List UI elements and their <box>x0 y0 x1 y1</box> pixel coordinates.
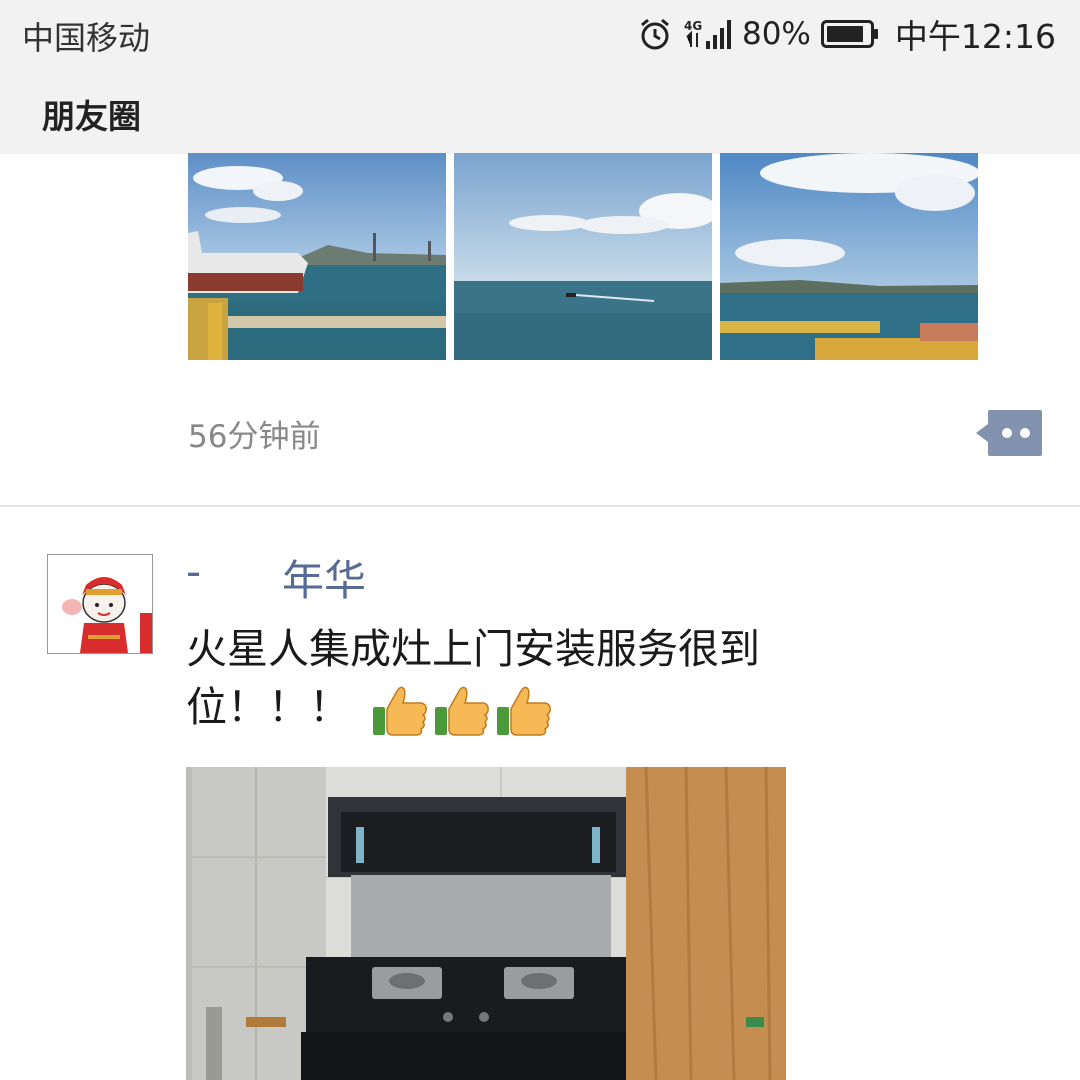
battery-icon <box>820 20 878 48</box>
thumbs-up-icon <box>435 686 489 736</box>
page-title: 朋友圈 <box>42 97 141 136</box>
thumbs-up-icon <box>373 686 427 736</box>
signal-icon: 4G <box>684 19 731 49</box>
alarm-icon <box>641 18 669 50</box>
carrier-name: 中国移动 <box>22 19 151 57</box>
battery-percentage: 80% <box>741 16 811 52</box>
emoji-row <box>371 683 557 737</box>
post-divider <box>0 505 1080 507</box>
author-name: 年华 <box>282 556 367 605</box>
sea-photo-2[interactable] <box>454 153 712 360</box>
coast-photo-3[interactable] <box>720 153 978 360</box>
post-body: 火星人集成灶上门安装服务很到位！！！ <box>186 620 886 737</box>
avatar[interactable] <box>47 554 153 654</box>
post-author[interactable]: - 年华 <box>186 547 366 608</box>
comment-icon[interactable] <box>976 410 1044 456</box>
kitchen-stove-photo[interactable] <box>186 767 786 1080</box>
nav-bar: 朋友圈 <box>0 68 1080 154</box>
status-icons: 4G 80% 中午12:16 <box>638 12 1056 56</box>
thumbs-up-icon <box>497 686 551 736</box>
svg-text:4G: 4G <box>684 19 702 33</box>
clock: 中午12:16 <box>894 17 1056 56</box>
harbor-photo-1[interactable] <box>188 153 446 360</box>
status-bar: 中国移动 4G 80% 中午12:16 <box>0 0 1080 68</box>
post-timestamp: 56分钟前 <box>188 419 321 455</box>
author-prefix: - <box>186 547 202 596</box>
